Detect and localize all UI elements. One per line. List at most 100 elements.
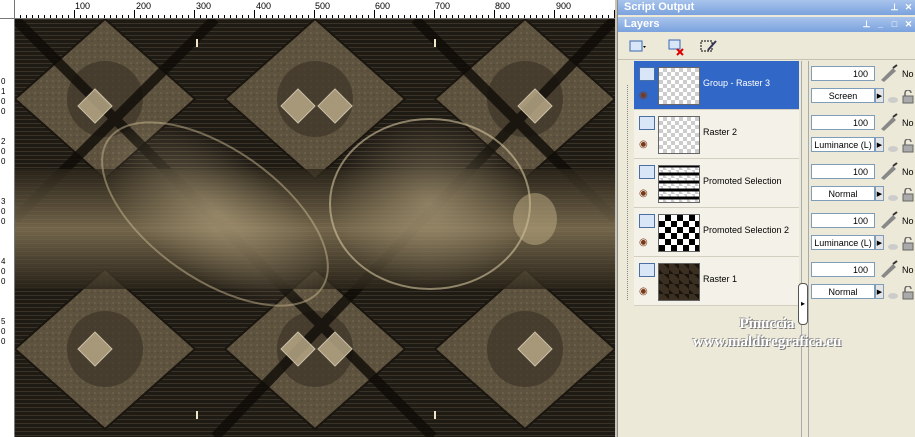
opacity-field[interactable]: 100 — [811, 262, 875, 277]
blend-mode-select[interactable]: Luminance (L) — [811, 235, 875, 250]
ruler-tick — [500, 15, 501, 18]
delete-layer-button[interactable] — [665, 36, 687, 58]
visibility-eye-icon[interactable]: ◉ — [639, 90, 648, 101]
ruler-label: 0 — [1, 217, 6, 226]
ruler-label: 2 — [1, 137, 6, 146]
layer-props-row: 100 No Normal ▶ — [809, 257, 915, 305]
ruler-label: 500 — [315, 1, 331, 11]
edit-selection-button[interactable] — [697, 36, 719, 58]
ruler-tick — [128, 15, 129, 18]
chevron-right-icon[interactable]: ▶ — [875, 186, 884, 201]
ruler-tick — [608, 15, 609, 18]
ruler-tick — [362, 15, 363, 18]
blend-mode-select[interactable]: Screen — [811, 88, 875, 103]
ruler-tick — [110, 15, 111, 18]
opacity-field[interactable]: 100 — [811, 115, 875, 130]
layer-row[interactable]: ◉ Group - Raster 3 — [634, 61, 799, 110]
ruler-tick — [560, 15, 561, 18]
ruler-tick — [494, 10, 495, 18]
ruler-tick — [74, 10, 75, 18]
link-icon[interactable] — [887, 141, 899, 152]
ruler-tick — [338, 15, 339, 18]
ruler-tick — [374, 10, 375, 18]
opacity-field[interactable]: 100 — [811, 213, 875, 228]
layers-titlebar[interactable]: Layers ⊥ _ □ ✕ — [618, 17, 915, 32]
ruler-tick — [380, 15, 381, 18]
visibility-eye-icon[interactable]: ◉ — [639, 237, 648, 248]
ruler-label: 700 — [435, 1, 451, 11]
ruler-tick — [356, 15, 357, 18]
ruler-tick — [314, 10, 315, 18]
lock-icon[interactable] — [901, 285, 915, 300]
blend-mode-select[interactable]: Normal — [811, 284, 875, 299]
ruler-tick — [440, 15, 441, 18]
layer-row[interactable]: ◉ Promoted Selection 2 — [634, 208, 799, 257]
layer-props-row: 100 No Luminance (L) ▶ — [809, 110, 915, 158]
layer-row[interactable]: ◉ Raster 2 — [634, 110, 799, 159]
close-icon[interactable]: ✕ — [903, 2, 914, 13]
new-layer-button[interactable] — [626, 36, 648, 58]
close-icon[interactable]: ✕ — [903, 19, 914, 30]
ruler-tick — [68, 15, 69, 18]
ruler-tick — [212, 15, 213, 18]
ruler-tick — [194, 10, 195, 18]
chevron-right-icon[interactable]: ▶ — [875, 284, 884, 299]
brush-icon[interactable] — [879, 162, 899, 180]
ruler-tick — [116, 15, 117, 18]
ruler-label: 0 — [1, 277, 6, 286]
layer-row[interactable]: ◉ Raster 1 — [634, 257, 799, 306]
ruler-left: 0 1 0 0 2 0 0 3 0 0 4 0 0 5 0 0 — [0, 18, 15, 437]
lock-icon[interactable] — [901, 187, 915, 202]
script-output-titlebar[interactable]: Script Output ⊥ ✕ — [618, 0, 915, 15]
chevron-right-icon[interactable]: ▶ — [875, 235, 884, 250]
link-icon[interactable] — [887, 190, 899, 201]
layer-props-row: 100 No Luminance (L) ▶ — [809, 208, 915, 256]
layer-row[interactable]: ◉ Promoted Selection — [634, 159, 799, 208]
ruler-tick — [38, 15, 39, 18]
ruler-tick — [434, 10, 435, 18]
ruler-tick — [26, 15, 27, 18]
link-icon[interactable] — [887, 239, 899, 250]
blend-mode-select[interactable]: Normal — [811, 186, 875, 201]
lock-icon[interactable] — [901, 236, 915, 251]
chevron-right-icon[interactable]: ▶ — [875, 137, 884, 152]
ruler-tick — [482, 15, 483, 18]
ruler-tick — [572, 15, 573, 18]
ruler-tick — [566, 15, 567, 18]
pin-icon[interactable]: ⊥ — [889, 2, 900, 13]
brush-icon[interactable] — [879, 260, 899, 278]
pin-icon[interactable]: ⊥ — [861, 19, 872, 30]
ruler-tick — [86, 15, 87, 18]
layer-props-row: 100 No Normal ▶ — [809, 159, 915, 207]
visibility-eye-icon[interactable]: ◉ — [639, 286, 648, 297]
ruler-tick — [308, 15, 309, 18]
restore-icon[interactable]: □ — [889, 19, 900, 30]
link-icon[interactable] — [887, 288, 899, 299]
ruler-tick — [470, 15, 471, 18]
brush-icon[interactable] — [879, 113, 899, 131]
brush-icon[interactable] — [879, 211, 899, 229]
ruler-label: 0 — [1, 207, 6, 216]
props-label: No — [902, 216, 914, 226]
visibility-eye-icon[interactable]: ◉ — [639, 139, 648, 150]
brush-icon[interactable] — [879, 64, 899, 82]
ruler-tick — [530, 15, 531, 18]
ruler-tick — [518, 15, 519, 18]
opacity-field[interactable]: 100 — [811, 66, 875, 81]
ruler-tick — [404, 15, 405, 18]
ruler-tick — [218, 15, 219, 18]
image-canvas[interactable] — [15, 19, 615, 437]
layer-name: Promoted Selection — [703, 176, 782, 186]
chevron-right-icon[interactable]: ▶ — [875, 88, 884, 103]
visibility-eye-icon[interactable]: ◉ — [639, 188, 648, 199]
blend-mode-select[interactable]: Luminance (L) — [811, 137, 875, 152]
ruler-label: 0 — [1, 157, 6, 166]
lock-icon[interactable] — [901, 138, 915, 153]
opacity-field[interactable]: 100 — [811, 164, 875, 179]
ruler-tick — [368, 15, 369, 18]
minimize-icon[interactable]: _ — [875, 19, 886, 30]
link-icon[interactable] — [887, 92, 899, 103]
ruler-tick — [392, 15, 393, 18]
panel-splitter[interactable] — [801, 61, 809, 437]
lock-icon[interactable] — [901, 89, 915, 104]
